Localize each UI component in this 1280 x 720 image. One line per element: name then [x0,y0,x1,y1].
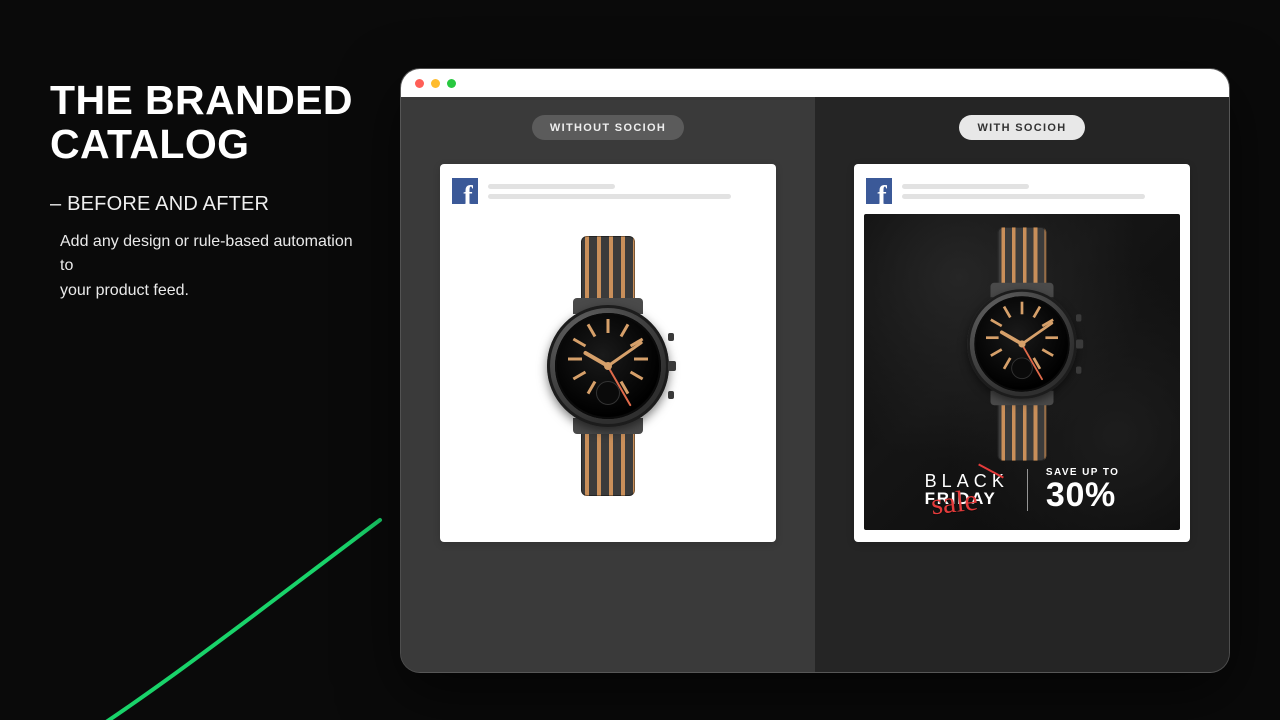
comparison-panes: WITHOUT SOCIOH [401,97,1229,672]
placeholder-line [488,184,615,189]
promo-pct: 30% [1046,478,1119,512]
promo-friday: FRIDAY [925,490,1009,508]
product-watch [548,236,668,496]
ad-card-without [440,164,776,542]
pane-without: WITHOUT SOCIOH [401,97,815,672]
promo-divider [1027,469,1028,511]
hero-copy: THE BRANDED CATALOG – BEFORE AND AFTER A… [50,78,390,304]
ad-media-branded: BLACK FRIDAY sale SAVE UP TO 30% [864,214,1180,530]
product-watch [968,227,1076,461]
window-titlebar [401,69,1229,97]
comparison-window: WITHOUT SOCIOH [400,68,1230,673]
promo-overlay: BLACK FRIDAY sale SAVE UP TO 30% [864,455,1180,530]
placeholder-lines [488,184,764,199]
subheading: – BEFORE AND AFTER [50,193,390,216]
ad-card-with: BLACK FRIDAY sale SAVE UP TO 30% [854,164,1190,542]
promo-discount: SAVE UP TO 30% [1046,467,1119,512]
window-close-dot [415,79,424,88]
ad-header [450,174,766,214]
placeholder-line [902,184,1029,189]
pane-with: WITH SOCIOH [815,97,1229,672]
facebook-icon [452,178,478,204]
facebook-icon [866,178,892,204]
placeholder-line [488,194,731,199]
ad-header [864,174,1180,214]
placeholder-line [902,194,1145,199]
ad-media-plain [450,214,766,530]
window-zoom-dot [447,79,456,88]
page-title: THE BRANDED CATALOG [50,78,390,167]
label-without: WITHOUT SOCIOH [532,115,684,140]
body-text: Add any design or rule-based automation … [60,230,360,304]
promo-title: BLACK FRIDAY sale [925,472,1009,508]
placeholder-lines [902,184,1178,199]
label-with: WITH SOCIOH [959,115,1084,140]
window-minimize-dot [431,79,440,88]
